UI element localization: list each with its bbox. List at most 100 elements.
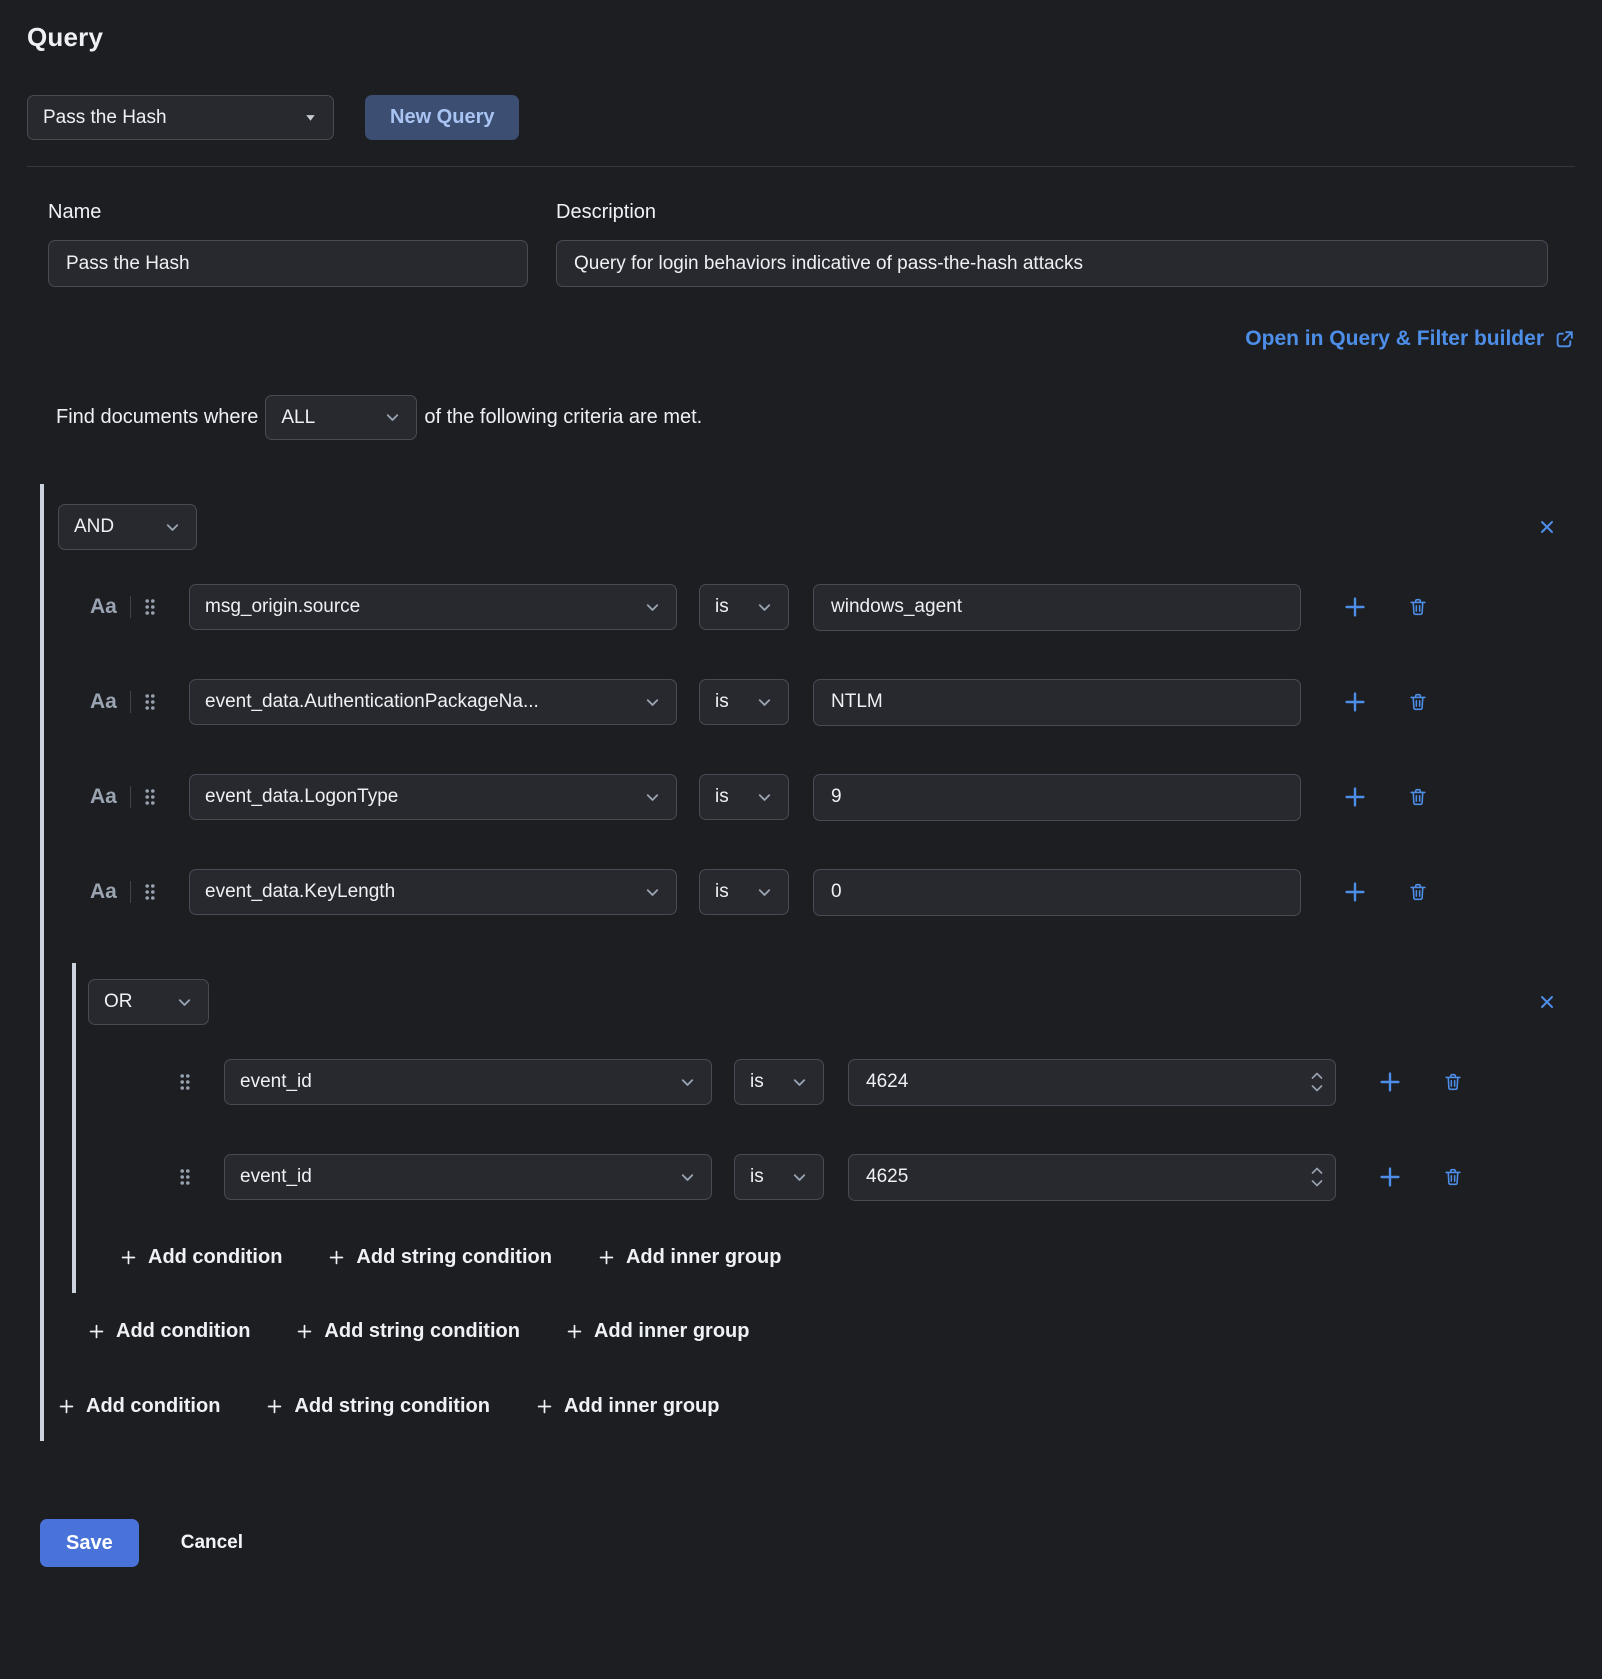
operator-select[interactable]: is xyxy=(699,584,789,630)
drag-handle-icon[interactable] xyxy=(178,1167,192,1187)
plus-icon xyxy=(1343,880,1367,904)
add-condition-link[interactable]: Add condition xyxy=(58,1395,220,1418)
add-condition-label: Add condition xyxy=(86,1395,220,1418)
delete-condition-button[interactable] xyxy=(1403,782,1433,812)
add-condition-inline-button[interactable] xyxy=(1339,781,1371,813)
cancel-button[interactable]: Cancel xyxy=(181,1532,243,1554)
operator-select[interactable]: is xyxy=(699,774,789,820)
add-string-condition-link[interactable]: Add string condition xyxy=(266,1395,490,1418)
chevron-down-icon xyxy=(791,1169,808,1186)
caret-down-icon xyxy=(303,110,318,125)
add-inner-group-label: Add inner group xyxy=(594,1320,750,1343)
plus-icon xyxy=(536,1398,553,1415)
increment-button[interactable] xyxy=(1311,1073,1323,1080)
add-condition-link[interactable]: Add condition xyxy=(120,1246,282,1269)
saved-query-select[interactable]: Pass the Hash xyxy=(27,95,334,140)
add-string-condition-link[interactable]: Add string condition xyxy=(328,1246,552,1269)
delete-condition-button[interactable] xyxy=(1438,1067,1468,1097)
delete-condition-button[interactable] xyxy=(1403,592,1433,622)
operator-select[interactable]: is xyxy=(734,1154,824,1200)
value-input[interactable] xyxy=(813,869,1301,916)
field-select[interactable]: event_data.LogonType xyxy=(189,774,677,820)
and-operator-value: AND xyxy=(74,516,114,538)
string-type-icon: Aa xyxy=(90,595,124,619)
chevron-down-icon xyxy=(756,884,773,901)
string-type-icon: Aa xyxy=(90,880,124,904)
increment-button[interactable] xyxy=(1311,1168,1323,1175)
plus-icon xyxy=(296,1323,313,1340)
drag-handle-icon[interactable] xyxy=(143,597,157,617)
description-input[interactable] xyxy=(556,240,1548,287)
add-condition-inline-button[interactable] xyxy=(1374,1161,1406,1193)
field-select[interactable]: event_id xyxy=(224,1059,712,1105)
operator-select[interactable]: is xyxy=(734,1059,824,1105)
add-string-condition-link[interactable]: Add string condition xyxy=(296,1320,520,1343)
and-operator-select[interactable]: AND xyxy=(58,504,197,550)
operator-select-value: is xyxy=(715,786,729,808)
string-type-icon: Aa xyxy=(90,785,124,809)
form-footer: Save Cancel xyxy=(27,1519,1575,1567)
plus-icon xyxy=(1343,690,1367,714)
row-divider xyxy=(130,881,131,903)
plus-icon xyxy=(566,1323,583,1340)
operator-select[interactable]: is xyxy=(699,869,789,915)
name-input[interactable] xyxy=(48,240,528,287)
plus-icon xyxy=(120,1249,137,1266)
add-inner-group-link[interactable]: Add inner group xyxy=(566,1320,750,1343)
chevron-down-icon xyxy=(644,694,661,711)
remove-and-group-button[interactable] xyxy=(1533,513,1561,541)
chevron-down-icon xyxy=(644,789,661,806)
open-in-query-filter-builder-link[interactable]: Open in Query & Filter builder xyxy=(1245,327,1575,351)
value-number-input[interactable] xyxy=(848,1059,1336,1106)
close-icon xyxy=(1537,517,1557,537)
remove-or-group-button[interactable] xyxy=(1533,988,1561,1016)
add-condition-inline-button[interactable] xyxy=(1339,686,1371,718)
delete-condition-button[interactable] xyxy=(1403,687,1433,717)
new-query-button[interactable]: New Query xyxy=(365,95,519,140)
add-condition-link[interactable]: Add condition xyxy=(88,1320,250,1343)
section-divider xyxy=(27,166,1575,167)
field-select[interactable]: event_data.AuthenticationPackageNa... xyxy=(189,679,677,725)
or-operator-select[interactable]: OR xyxy=(88,979,209,1025)
drag-handle-icon[interactable] xyxy=(143,692,157,712)
drag-handle-icon[interactable] xyxy=(143,882,157,902)
value-input[interactable] xyxy=(813,679,1301,726)
delete-condition-button[interactable] xyxy=(1438,1162,1468,1192)
field-select-value: msg_origin.source xyxy=(205,596,360,618)
string-type-icon: Aa xyxy=(90,690,124,714)
operator-select[interactable]: is xyxy=(699,679,789,725)
field-select[interactable]: msg_origin.source xyxy=(189,584,677,630)
chevron-down-icon xyxy=(644,599,661,616)
value-input[interactable] xyxy=(813,774,1301,821)
trash-icon xyxy=(1442,1166,1464,1188)
plus-icon xyxy=(1343,595,1367,619)
field-select-value: event_id xyxy=(240,1166,312,1188)
plus-icon xyxy=(328,1249,345,1266)
drag-handle-icon[interactable] xyxy=(143,787,157,807)
field-select-value: event_data.LogonType xyxy=(205,786,398,808)
operator-select-value: is xyxy=(750,1166,764,1188)
add-condition-inline-button[interactable] xyxy=(1339,876,1371,908)
chevron-down-icon xyxy=(164,519,181,536)
delete-condition-button[interactable] xyxy=(1403,877,1433,907)
add-condition-inline-button[interactable] xyxy=(1374,1066,1406,1098)
field-select[interactable]: event_data.KeyLength xyxy=(189,869,677,915)
save-button[interactable]: Save xyxy=(40,1519,139,1567)
value-input[interactable] xyxy=(813,584,1301,631)
row-divider xyxy=(130,596,131,618)
condition-row: event_id is xyxy=(88,1059,1575,1105)
add-condition-inline-button[interactable] xyxy=(1339,591,1371,623)
chevron-down-icon xyxy=(679,1074,696,1091)
decrement-button[interactable] xyxy=(1311,1180,1323,1187)
drag-handle-icon[interactable] xyxy=(178,1072,192,1092)
add-inner-group-label: Add inner group xyxy=(564,1395,720,1418)
condition-row: event_id is xyxy=(88,1154,1575,1200)
add-inner-group-link[interactable]: Add inner group xyxy=(536,1395,720,1418)
add-inner-group-link[interactable]: Add inner group xyxy=(598,1246,782,1269)
value-number-input[interactable] xyxy=(848,1154,1336,1201)
field-select[interactable]: event_id xyxy=(224,1154,712,1200)
condition-row: Aa event_data.LogonType is xyxy=(58,774,1575,820)
decrement-button[interactable] xyxy=(1311,1085,1323,1092)
match-mode-select[interactable]: ALL xyxy=(265,395,417,440)
root-builder-actions: Add condition Add string condition Add i… xyxy=(58,1395,1575,1418)
